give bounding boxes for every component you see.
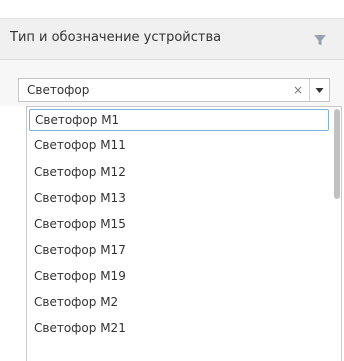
dropdown-option[interactable]: Светофор М1 (29, 109, 329, 131)
dropdown-option[interactable]: Светофор М11 (29, 134, 329, 156)
clear-icon[interactable]: × (289, 79, 307, 101)
column-header[interactable]: Тип и обозначение устройства (0, 18, 344, 60)
device-type-filter-input[interactable] (19, 79, 281, 101)
dropdown-option[interactable]: Светофор М13 (29, 187, 329, 209)
column-header-title: Тип и обозначение устройства (10, 30, 222, 45)
dropdown-option[interactable]: Светофор М17 (29, 239, 329, 261)
dropdown-option[interactable]: Светофор М19 (29, 265, 329, 287)
dropdown-option[interactable]: Светофор М15 (29, 213, 329, 235)
dropdown-option[interactable]: Светофор М21 (29, 317, 329, 339)
dropdown-option[interactable]: Светофор М2 (29, 291, 329, 313)
device-type-combobox[interactable]: × (18, 78, 330, 102)
top-spacer (0, 0, 344, 14)
chevron-down-icon[interactable] (310, 79, 329, 101)
grid-filter-panel: Тип и обозначение устройства × Светофор … (0, 0, 344, 361)
filter-icon[interactable] (313, 33, 327, 47)
dropdown-option[interactable]: Светофор М12 (29, 161, 329, 183)
dropdown-list[interactable]: Светофор М1 Светофор М11 Светофор М12 Св… (26, 106, 342, 361)
scrollbar-thumb[interactable] (334, 109, 340, 199)
